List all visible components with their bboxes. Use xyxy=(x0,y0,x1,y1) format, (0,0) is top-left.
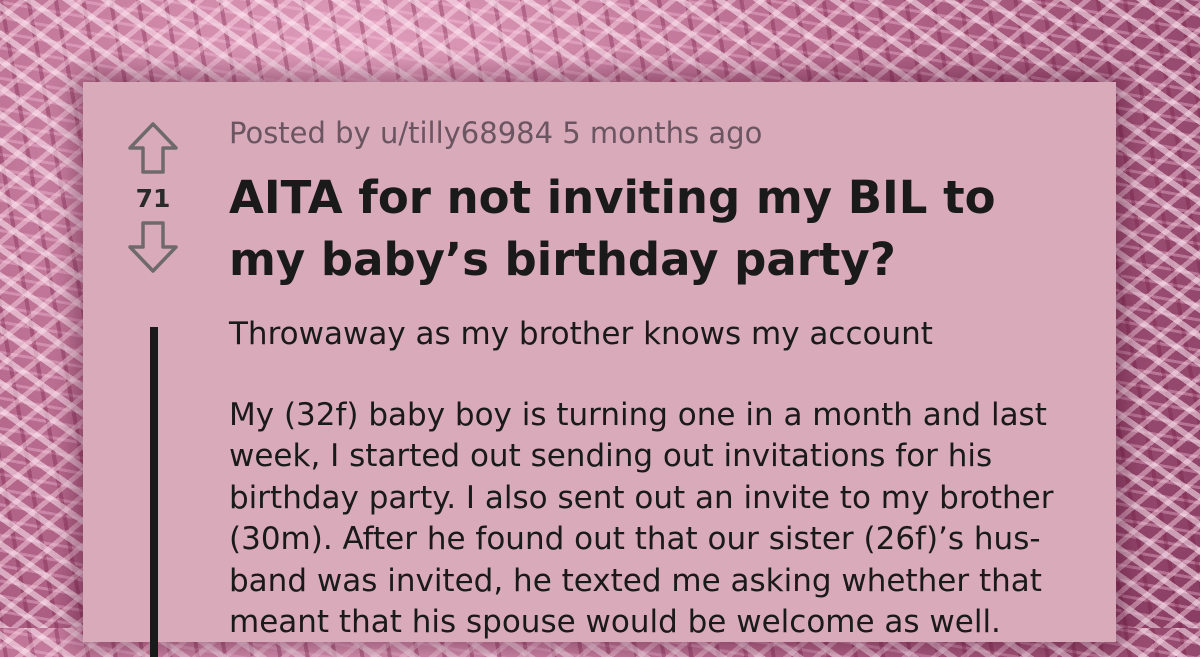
post-body-line: week, I started out sending out invitati… xyxy=(229,438,993,475)
vote-score: 71 xyxy=(135,184,171,213)
post-content: Posted by u/tilly68984 5 months ago AITA… xyxy=(229,116,1109,644)
vote-column: 71 xyxy=(123,120,183,275)
post-body-line: (30m). After he found out that our siste… xyxy=(229,521,1041,558)
downvote-arrow-icon xyxy=(128,221,178,273)
post-body-line: birthday party. I also sent out an invit… xyxy=(229,479,1054,516)
post-title[interactable]: AITA for not inviting my BIL to my baby’… xyxy=(229,167,1109,291)
post-meta: Posted by u/tilly68984 5 months ago xyxy=(229,116,1109,151)
downvote-button[interactable] xyxy=(125,219,181,275)
posted-by-prefix: Posted by xyxy=(229,116,380,150)
upvote-arrow-icon xyxy=(128,122,178,174)
author-link[interactable]: u/tilly68984 xyxy=(380,116,553,150)
post-subtitle: Throwaway as my brother knows my account xyxy=(229,315,933,352)
post-body-line: My (32f) baby boy is turning one in a mo… xyxy=(229,396,1047,433)
post-body: My (32f) baby boy is turning one in a mo… xyxy=(229,395,1109,644)
post-age: 5 months ago xyxy=(553,116,763,150)
post-body-line: meant that his spouse would be welcome a… xyxy=(229,604,1001,641)
post-body-line: band was invited, he texted me asking wh… xyxy=(229,562,1042,599)
thread-collapse-line[interactable] xyxy=(150,327,158,657)
post-title-line: AITA for not inviting my BIL to xyxy=(229,170,996,224)
post-card: 71 Posted by u/tilly68984 5 months ago A… xyxy=(83,82,1116,657)
upvote-button[interactable] xyxy=(125,120,181,176)
post-title-line: my baby’s birthday party? xyxy=(229,232,896,286)
